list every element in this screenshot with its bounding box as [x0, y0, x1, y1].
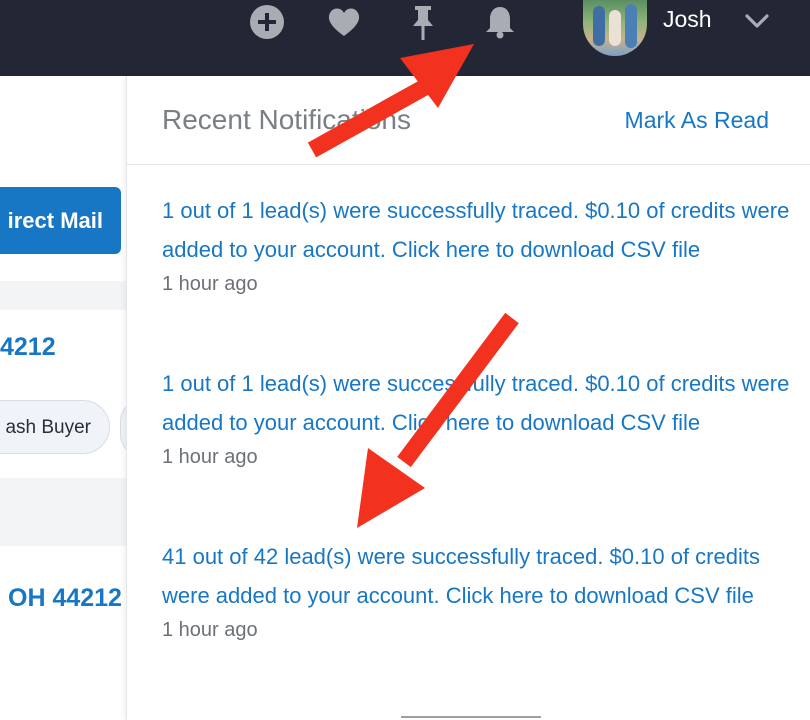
- mark-as-read-link[interactable]: Mark As Read: [625, 107, 769, 134]
- scroll-indicator[interactable]: [401, 716, 541, 720]
- notification-item[interactable]: 41 out of 42 lead(s) were successfully t…: [162, 537, 792, 642]
- direct-mail-button[interactable]: irect Mail: [0, 187, 121, 254]
- plus-circle-icon[interactable]: [249, 4, 285, 40]
- user-avatar[interactable]: [583, 0, 647, 56]
- notifications-header: Recent Notifications Mark As Read: [127, 76, 810, 165]
- notification-message-link[interactable]: 1 out of 1 lead(s) were successfully tra…: [162, 191, 792, 269]
- notification-timestamp: 1 hour ago: [162, 273, 258, 295]
- property-address-partial[interactable]: 4212: [0, 333, 56, 362]
- user-name-label[interactable]: Josh: [663, 6, 712, 33]
- bell-icon[interactable]: [482, 4, 518, 40]
- notification-timestamp: 1 hour ago: [162, 619, 258, 641]
- notification-item[interactable]: 1 out of 1 lead(s) were successfully tra…: [162, 364, 792, 469]
- pin-icon[interactable]: [405, 4, 441, 40]
- background-card: [0, 546, 126, 720]
- notification-message-link[interactable]: 1 out of 1 lead(s) were successfully tra…: [162, 364, 792, 442]
- property-address[interactable]: OH 44212: [8, 584, 122, 613]
- notifications-panel: Recent Notifications Mark As Read 1 out …: [126, 76, 810, 720]
- app-root: { "topbar": { "icons": ["plus-circle-ico…: [0, 0, 810, 720]
- notification-message-link[interactable]: 41 out of 42 lead(s) were successfully t…: [162, 537, 792, 615]
- top-navigation-bar: Josh: [0, 0, 810, 76]
- notification-timestamp: 1 hour ago: [162, 446, 258, 468]
- chevron-down-icon[interactable]: [743, 10, 771, 34]
- cash-buyer-tag[interactable]: ash Buyer: [0, 400, 110, 454]
- heart-icon[interactable]: [326, 4, 362, 40]
- background-page: [0, 76, 126, 720]
- notifications-title: Recent Notifications: [162, 104, 412, 135]
- notification-item[interactable]: 1 out of 1 lead(s) were successfully tra…: [162, 191, 792, 296]
